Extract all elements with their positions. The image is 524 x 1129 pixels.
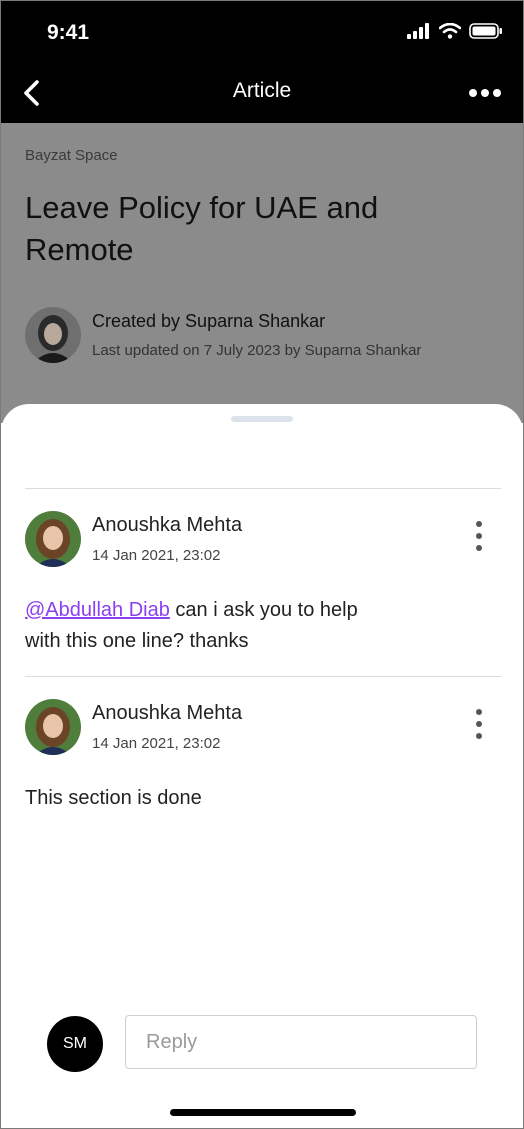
- divider: [25, 488, 501, 489]
- article-header: Bayzat Space Leave Policy for UAE and Re…: [1, 123, 523, 423]
- author-photo: [25, 307, 81, 363]
- nav-bar: Article: [1, 63, 523, 123]
- comment-author: Anoushka Mehta: [92, 702, 243, 724]
- comment-timestamp: 14 Jan 2021, 23:02: [92, 547, 221, 564]
- home-indicator: [170, 1109, 356, 1116]
- comment-body: @Abdullah Diab can i ask you to help wit…: [25, 595, 385, 657]
- more-vertical-icon: [476, 709, 482, 715]
- last-updated: Last updated on 7 July 2023 by Suparna S…: [92, 342, 422, 359]
- sheet-drag-handle[interactable]: [231, 416, 293, 422]
- article-title: Leave Policy for UAE and Remote: [25, 190, 379, 267]
- comment-text: This section is done: [25, 787, 202, 809]
- status-icons: [407, 23, 503, 39]
- page-title: Article: [232, 79, 292, 102]
- space-name: Bayzat Space: [25, 147, 118, 164]
- created-by: Created by Suparna Shankar: [92, 311, 326, 331]
- comment-options-button[interactable]: [473, 709, 485, 739]
- more-vertical-icon: [476, 521, 482, 527]
- more-horizontal-icon: [469, 89, 477, 97]
- wifi-icon: [439, 23, 461, 39]
- author-avatar: [25, 307, 81, 363]
- phone-screen: 9:41 Article Bayzat Space Leave Policy f…: [0, 0, 524, 1129]
- commenter-photo: [25, 511, 81, 567]
- comment-author: Anoushka Mehta: [92, 514, 243, 536]
- status-bar: 9:41: [1, 1, 523, 63]
- battery-icon: [469, 23, 502, 39]
- mention-link[interactable]: @Abdullah Diab: [25, 599, 170, 621]
- commenter-photo: [25, 699, 81, 755]
- more-options-button[interactable]: [469, 89, 501, 97]
- comment-timestamp: 14 Jan 2021, 23:02: [92, 735, 221, 752]
- comment-body: This section is done: [25, 783, 385, 814]
- avatar: [25, 699, 81, 755]
- divider: [25, 676, 501, 677]
- status-time: 9:41: [47, 21, 90, 44]
- avatar: [25, 511, 81, 567]
- comment-options-button[interactable]: [473, 521, 485, 551]
- cellular-signal-icon: [407, 23, 429, 39]
- comments-sheet: Anoushka Mehta 14 Jan 2021, 23:02 @Abdul…: [1, 404, 523, 1128]
- user-avatar: SM: [47, 1016, 103, 1072]
- reply-input[interactable]: [125, 1015, 477, 1069]
